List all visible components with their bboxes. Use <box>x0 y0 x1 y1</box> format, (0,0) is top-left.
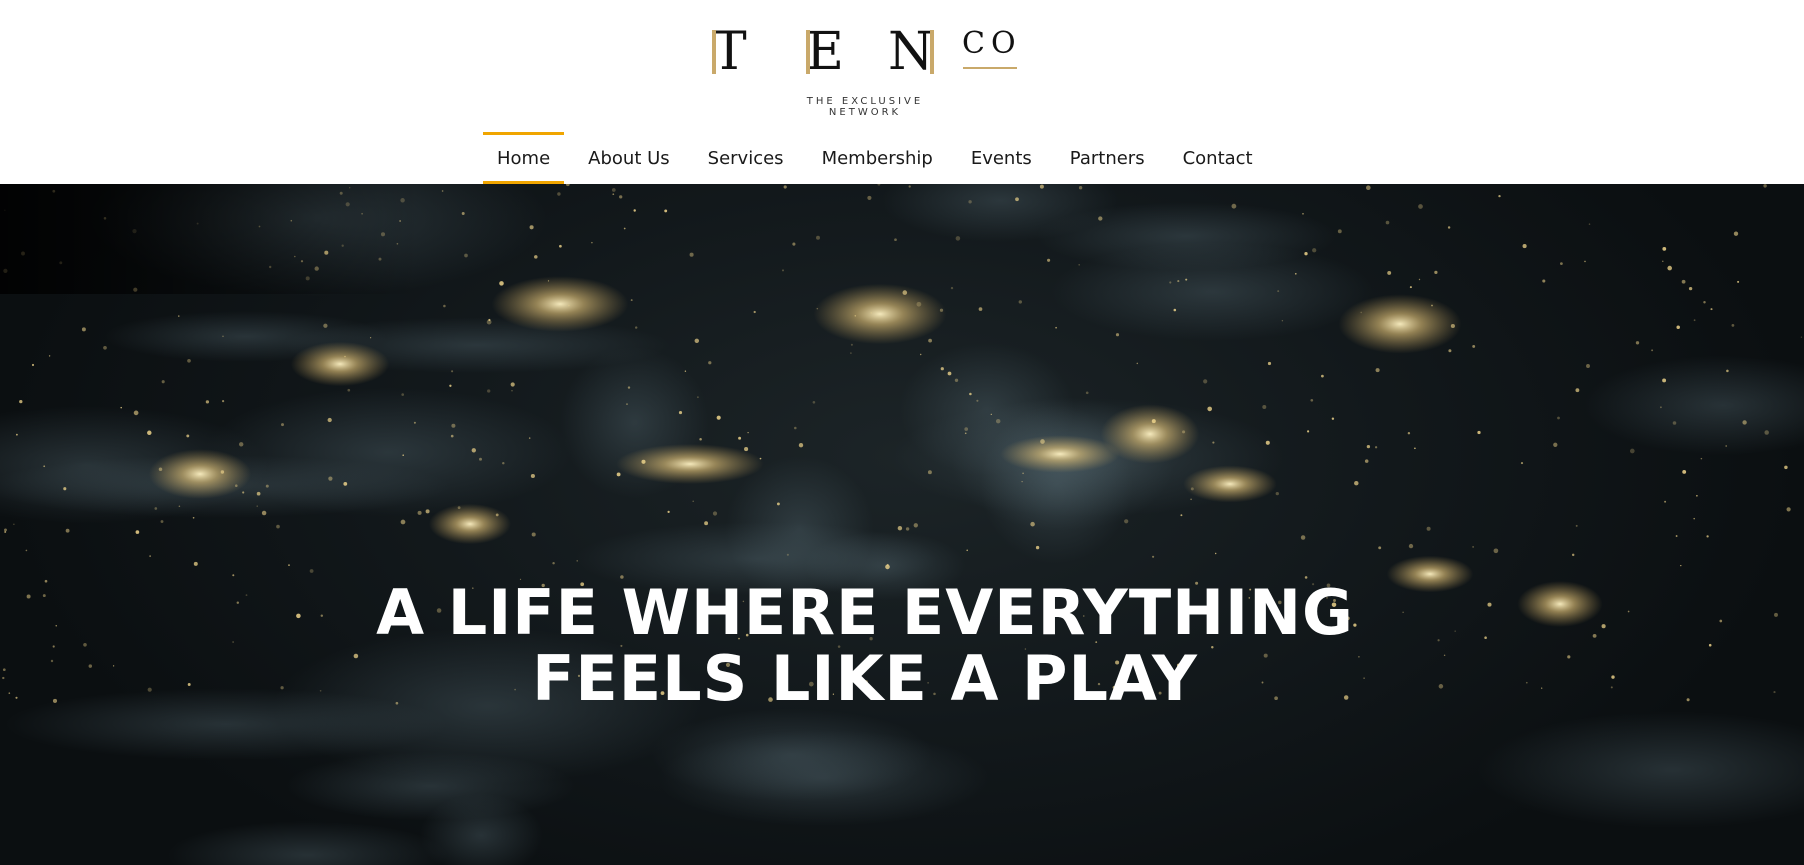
logo-suffix: CO <box>962 26 1022 61</box>
nav-item-services[interactable]: Services <box>694 132 798 184</box>
main-nav: Home About Us Services Membership Events… <box>483 132 1277 184</box>
nav-item-about-us[interactable]: About Us <box>574 132 684 184</box>
nav-item-contact[interactable]: Contact <box>1169 132 1267 184</box>
brand-logo[interactable]: T E N CO THE EXCLUSIVE NETWORK <box>712 22 1018 118</box>
hero-headline: A LIFE WHERE EVERYTHING FEELS LIKE A PLA… <box>0 580 1730 712</box>
brand-tagline: THE EXCLUSIVE NETWORK <box>806 96 924 118</box>
hero-section: A LIFE WHERE EVERYTHING FEELS LIKE A PLA… <box>0 184 1804 865</box>
logo-accent-bar <box>806 30 810 74</box>
nav-item-events[interactable]: Events <box>957 132 1046 184</box>
nav-item-membership[interactable]: Membership <box>808 132 947 184</box>
logo-accent-bar <box>712 30 716 74</box>
site-header: T E N CO THE EXCLUSIVE NETWORK Home Abou… <box>0 0 1804 184</box>
nav-item-partners[interactable]: Partners <box>1056 132 1159 184</box>
hero-headline-line-1: A LIFE WHERE EVERYTHING <box>376 576 1354 649</box>
logo-letter-e: E <box>806 22 844 82</box>
hero-background-image <box>0 184 1804 865</box>
logo-letter-n: N <box>888 22 934 82</box>
nav-item-home[interactable]: Home <box>483 132 565 184</box>
logo-letter-t: T <box>712 22 747 82</box>
logo-suffix-underline <box>963 67 1017 69</box>
hero-headline-line-2: FEELS LIKE A PLAY <box>532 642 1198 715</box>
logo-accent-bar <box>930 30 934 74</box>
